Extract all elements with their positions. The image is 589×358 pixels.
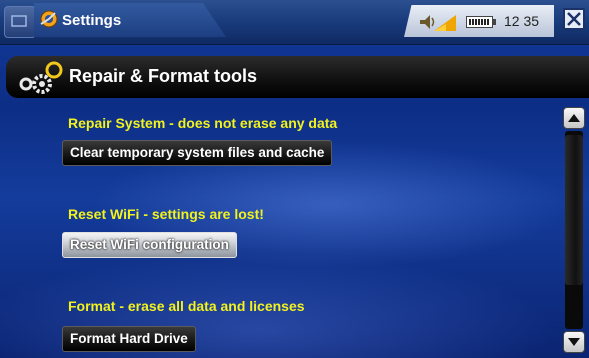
app-tab-settings: Settings	[34, 3, 226, 37]
section-label-format: Format - erase all data and licenses	[68, 298, 305, 314]
home-tab-icon	[11, 15, 27, 27]
status-bar: Settings 12 35	[0, 0, 589, 45]
scroll-down-button[interactable]	[563, 331, 585, 353]
scroll-thumb[interactable]	[565, 135, 583, 285]
scroll-track[interactable]	[565, 131, 583, 329]
page-title: Repair & Format tools	[69, 66, 258, 86]
home-tab[interactable]	[4, 6, 36, 38]
close-x-icon	[567, 12, 581, 26]
clear-cache-button[interactable]: Clear temporary system files and cache	[62, 140, 333, 166]
arrow-down-icon	[568, 338, 580, 346]
screen: Settings 12 35 Repair & Format tools Rep…	[0, 0, 589, 358]
close-button[interactable]	[563, 8, 585, 30]
format-hard-drive-button[interactable]: Format Hard Drive	[62, 326, 196, 352]
gear-icon	[40, 10, 58, 28]
speaker-volume-icon[interactable]	[418, 11, 458, 33]
page-header: Repair & Format tools	[6, 56, 589, 98]
section-label-repair: Repair System - does not erase any data	[68, 115, 338, 131]
arrow-up-icon	[568, 114, 580, 122]
reset-wifi-button[interactable]: Reset WiFi configuration	[62, 232, 237, 258]
battery-icon	[466, 16, 496, 28]
scrollbar[interactable]	[563, 107, 585, 357]
gears-icon	[19, 61, 63, 94]
section-label-reset-wifi: Reset WiFi - settings are lost!	[68, 206, 264, 222]
clock: 12 35	[504, 13, 540, 29]
app-title: Settings	[62, 12, 122, 29]
scroll-up-button[interactable]	[563, 107, 585, 129]
status-indicators: 12 35	[404, 5, 554, 37]
